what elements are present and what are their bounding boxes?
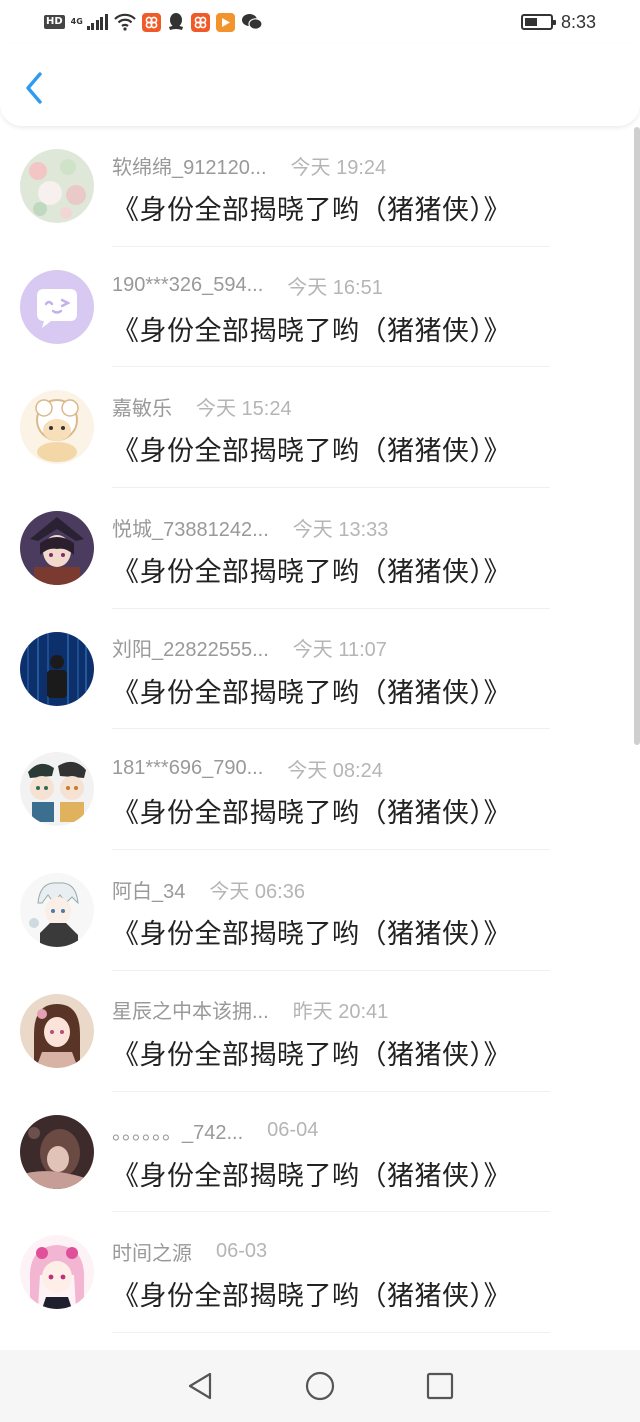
avatar[interactable] (20, 1114, 94, 1189)
timestamp: 今天 16:51 (287, 277, 383, 300)
message-meta: 时间之源 06-03 (112, 1236, 267, 1266)
status-time: 8:33 (560, 11, 596, 32)
timestamp: 今天 06:36 (209, 880, 305, 903)
message-title[interactable]: 《身份全部揭晓了哟（猪猪侠）》 (112, 1154, 511, 1193)
list-item[interactable]: 星辰之中本该拥... 昨天 20:41 《身份全部揭晓了哟（猪猪侠）》 (0, 971, 640, 1092)
message-meta: 。。。。。。_742... 06-04 (112, 1116, 318, 1146)
status-bar: HD 4G 8:33 (0, 0, 640, 44)
wifi-icon (114, 13, 136, 31)
status-icons-left: HD 4G (44, 11, 263, 33)
message-meta: 190***326_594... 今天 16:51 (112, 271, 383, 301)
username: 190***326_594... (112, 274, 264, 297)
chevron-left-icon (26, 72, 42, 104)
message-title[interactable]: 《身份全部揭晓了哟（猪猪侠）》 (112, 1274, 511, 1313)
triangle-back-icon (188, 1372, 212, 1400)
scrollbar[interactable] (634, 127, 640, 745)
username: 。。。。。。_742... (112, 1122, 244, 1144)
avatar[interactable] (20, 752, 94, 827)
avatar[interactable] (20, 390, 94, 465)
message-title[interactable]: 《身份全部揭晓了哟（猪猪侠）》 (112, 912, 511, 951)
list-item[interactable]: 。。。。。。_742... 06-04 《身份全部揭晓了哟（猪猪侠）》 (0, 1092, 640, 1213)
message-title[interactable]: 《身份全部揭晓了哟（猪猪侠）》 (112, 671, 511, 710)
wechat-icon (241, 14, 263, 30)
app-notification-icon (141, 12, 161, 32)
message-meta: 阿白_34 今天 06:36 (112, 874, 305, 904)
message-meta: 悦城_73881242... 今天 13:33 (112, 512, 388, 542)
username: 嘉敏乐 (112, 397, 172, 420)
list-item[interactable]: 刘阳_22822555... 今天 11:07 《身份全部揭晓了哟（猪猪侠）》 (0, 609, 640, 730)
message-meta: 嘉敏乐 今天 15:24 (112, 391, 292, 421)
qq-icon (168, 13, 183, 30)
avatar[interactable] (20, 269, 94, 344)
hd-badge: HD (44, 15, 65, 29)
message-title[interactable]: 《身份全部揭晓了哟（猪猪侠）》 (112, 791, 511, 830)
username: 软绵绵_912120... (112, 156, 267, 179)
nav-home-button[interactable] (300, 1366, 340, 1406)
list-item[interactable]: 181***696_790... 今天 08:24 《身份全部揭晓了哟（猪猪侠）… (0, 729, 640, 851)
list-item[interactable]: 软绵绵_912120... 今天 19:24 《身份全部揭晓了哟（猪猪侠）》 (0, 126, 640, 247)
avatar[interactable] (20, 631, 94, 706)
avatar[interactable] (20, 873, 94, 948)
message-title[interactable]: 《身份全部揭晓了哟（猪猪侠）》 (112, 1033, 511, 1072)
message-list[interactable]: 软绵绵_912120... 今天 19:24 《身份全部揭晓了哟（猪猪侠）》 1… (0, 126, 640, 1333)
network-type-label: 4G (70, 17, 83, 26)
square-recents-icon (426, 1372, 454, 1400)
username: 阿白_34 (112, 880, 186, 903)
message-title[interactable]: 《身份全部揭晓了哟（猪猪侠）》 (112, 188, 511, 227)
message-meta: 星辰之中本该拥... 昨天 20:41 (112, 995, 388, 1025)
avatar[interactable] (20, 511, 94, 586)
circle-home-icon (305, 1371, 335, 1401)
timestamp: 今天 11:07 (292, 639, 387, 662)
timestamp: 今天 13:33 (292, 518, 389, 541)
back-button[interactable] (16, 68, 52, 108)
timestamp: 今天 15:24 (196, 397, 292, 420)
username: 星辰之中本该拥... (112, 1001, 269, 1024)
message-title[interactable]: 《身份全部揭晓了哟（猪猪侠）》 (112, 309, 511, 348)
message-meta: 181***696_790... 今天 08:24 (112, 753, 383, 783)
signal-icon (86, 14, 108, 30)
timestamp: 昨天 20:41 (292, 1001, 389, 1024)
list-item[interactable]: 阿白_34 今天 06:36 《身份全部揭晓了哟（猪猪侠）》 (0, 850, 640, 971)
avatar[interactable] (20, 1235, 94, 1310)
timestamp: 今天 08:24 (287, 759, 383, 782)
avatar[interactable] (20, 993, 94, 1068)
app-header (0, 44, 640, 126)
divider (112, 1331, 550, 1333)
message-title[interactable]: 《身份全部揭晓了哟（猪猪侠）》 (112, 550, 511, 589)
nav-recents-button[interactable] (420, 1366, 460, 1406)
username: 悦城_73881242... (112, 518, 269, 541)
list-item[interactable]: 嘉敏乐 今天 15:24 《身份全部揭晓了哟（猪猪侠）》 (0, 367, 640, 489)
message-meta: 刘阳_22822555... 今天 11:07 (112, 633, 387, 663)
status-icons-right: 8:33 (520, 11, 596, 33)
message-meta: 软绵绵_912120... 今天 19:24 (112, 150, 386, 180)
list-item[interactable]: 190***326_594... 今天 16:51 《身份全部揭晓了哟（猪猪侠）… (0, 247, 640, 368)
timestamp: 今天 19:24 (290, 156, 387, 179)
list-item[interactable]: 悦城_73881242... 今天 13:33 《身份全部揭晓了哟（猪猪侠）》 (0, 488, 640, 609)
system-nav-bar (0, 1350, 640, 1422)
username: 181***696_790... (112, 756, 264, 779)
timestamp: 06-04 (267, 1119, 319, 1141)
avatar[interactable] (20, 149, 94, 223)
username: 刘阳_22822555... (112, 639, 269, 662)
battery-icon (520, 14, 556, 30)
app-notification-icon (190, 12, 210, 32)
list-item[interactable]: 时间之源 06-03 《身份全部揭晓了哟（猪猪侠）》 (0, 1212, 640, 1333)
message-title[interactable]: 《身份全部揭晓了哟（猪猪侠）》 (112, 429, 511, 468)
timestamp: 06-03 (216, 1239, 268, 1262)
nav-back-button[interactable] (180, 1366, 220, 1406)
video-app-icon (215, 12, 235, 32)
username: 时间之源 (112, 1242, 192, 1265)
